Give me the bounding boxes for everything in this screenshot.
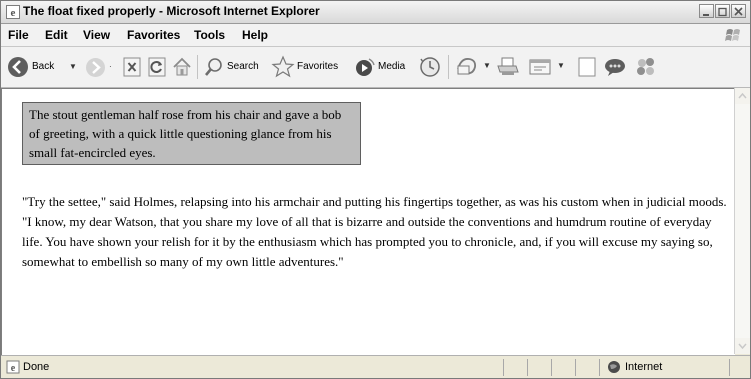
ie-icon: e [6,5,20,19]
menu-favorites[interactable]: Favorites [127,28,180,42]
menu-view[interactable]: View [83,28,110,42]
security-zone: Internet [625,361,663,373]
search-label: Search [227,61,259,72]
close-button[interactable] [731,4,746,18]
scroll-up-button[interactable] [735,88,750,104]
butterfly-icon[interactable] [634,55,658,79]
history-icon[interactable] [419,56,441,78]
menu-file[interactable]: File [8,28,29,42]
scroll-track[interactable] [735,104,750,338]
page-content: The stout gentleman half rose from his c… [1,88,735,355]
svg-text:e: e [11,7,16,19]
discuss-icon[interactable] [577,56,597,78]
refresh-icon[interactable] [147,56,167,78]
scroll-down-button[interactable] [735,338,750,354]
browser-window: e The float fixed properly - Microsoft I… [0,0,751,379]
windows-logo-icon [725,29,740,41]
maximize-icon [718,7,727,17]
globe-icon [608,361,620,373]
body-paragraph: "Try the settee," said Holmes, relapsing… [22,194,727,269]
vertical-scrollbar[interactable] [734,88,750,354]
minimize-icon [703,14,709,16]
svg-text:e: e [11,363,16,374]
search-icon [205,58,222,76]
favorites-button[interactable]: Favorites [271,55,349,79]
menu-tools[interactable]: Tools [194,28,225,42]
window-title: The float fixed properly - Microsoft Int… [23,4,320,18]
back-dropdown-arrow[interactable]: ▼ [69,62,77,71]
menu-bar: File Edit View Favorites Tools Help [1,24,750,47]
favorites-icon [271,55,295,78]
stop-icon[interactable] [122,56,142,78]
media-button[interactable]: Media [354,55,416,79]
maximize-button[interactable] [715,4,730,18]
back-label: Back [32,61,55,72]
status-bar: e Done Internet [1,355,750,378]
mail-icon[interactable] [455,55,481,79]
favorites-label: Favorites [297,61,339,72]
edit-icon[interactable] [528,56,552,78]
home-icon[interactable] [171,56,193,78]
search-button[interactable]: Search [204,56,266,78]
print-icon[interactable] [496,56,520,78]
back-button[interactable]: Back [7,56,67,78]
media-icon [356,58,375,76]
forward-icon[interactable] [85,57,106,78]
media-label: Media [378,61,406,72]
scroll-down-icon [738,343,747,350]
menu-edit[interactable]: Edit [45,28,68,42]
status-text: Done [23,361,50,373]
forward-dropdown-arrow[interactable]: · [109,62,112,71]
page-done-icon: e [6,360,20,374]
floated-box: The stout gentleman half rose from his c… [22,102,361,165]
minimize-button[interactable] [699,4,714,18]
edit-dropdown-arrow[interactable]: ▼ [557,61,565,70]
standard-toolbar: Back ▼ · Search Favorites Media ▼ ▼ [1,47,750,88]
menu-help[interactable]: Help [242,28,268,42]
title-bar: e The float fixed properly - Microsoft I… [1,1,750,24]
close-icon [734,7,743,16]
mail-dropdown-arrow[interactable]: ▼ [483,61,491,70]
messenger-icon[interactable] [602,56,628,78]
scroll-up-icon [738,92,747,99]
back-icon [8,57,28,77]
